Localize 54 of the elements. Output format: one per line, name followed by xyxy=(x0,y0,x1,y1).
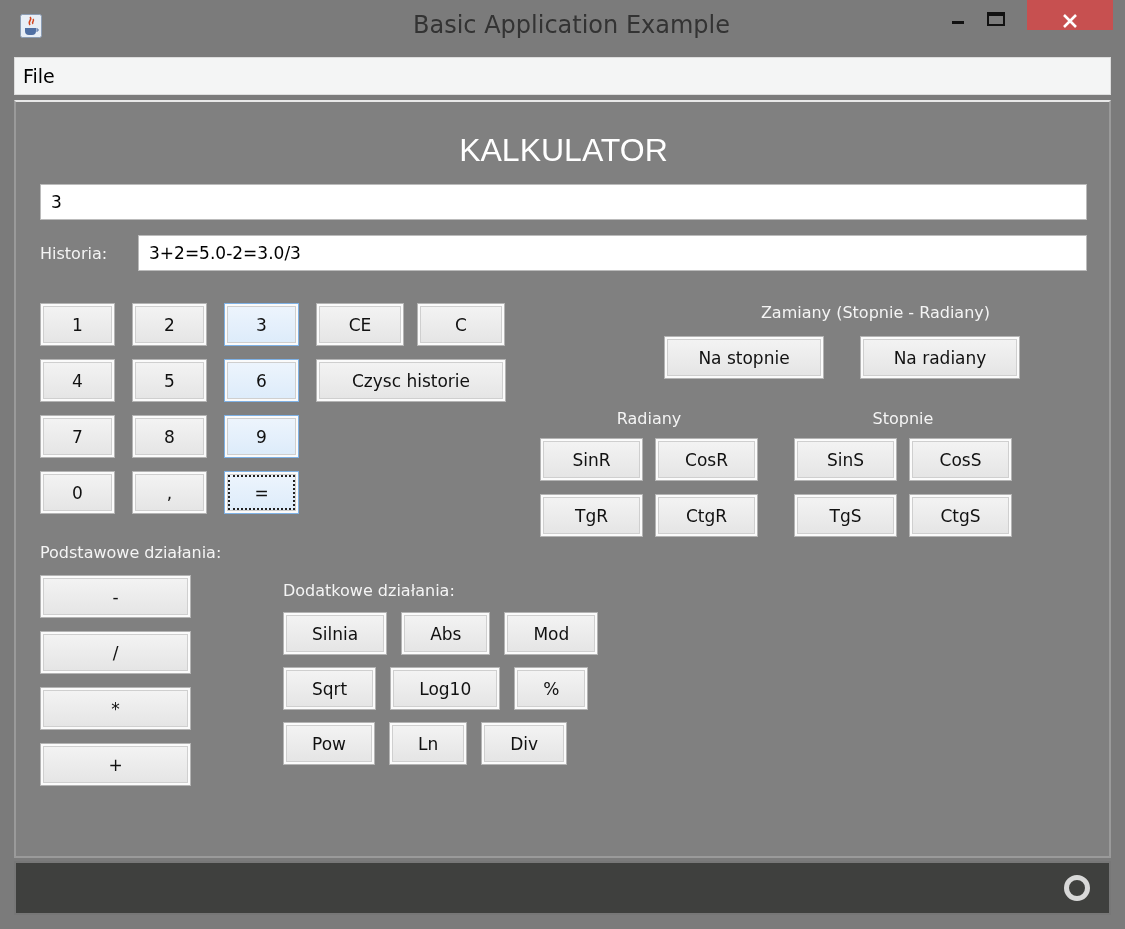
maximize-icon[interactable] xyxy=(987,12,1005,26)
trig-button[interactable]: TgR xyxy=(540,494,643,537)
display-field[interactable]: 3 xyxy=(40,184,1087,220)
conversion-title: Zamiany (Stopnie - Radiany) xyxy=(760,303,990,322)
operation-button[interactable]: % xyxy=(514,667,589,710)
conversion-button[interactable]: Na radiany xyxy=(860,336,1020,379)
operator-button[interactable]: * xyxy=(40,687,191,730)
keypad-button[interactable]: C xyxy=(417,303,505,346)
keypad-button[interactable]: 5 xyxy=(132,359,207,402)
trig-button[interactable]: CosR xyxy=(655,438,758,481)
history-field[interactable]: 3+2=5.0-2=3.0/3 xyxy=(138,235,1087,271)
coffee-cup-icon xyxy=(20,13,42,38)
operator-button[interactable]: - xyxy=(40,575,191,618)
trig-button[interactable]: SinR xyxy=(540,438,643,481)
close-icon xyxy=(1062,13,1078,29)
keypad-button[interactable]: 1 xyxy=(40,303,115,346)
trig-group-title: Radiany xyxy=(616,409,682,428)
keypad-button[interactable]: 2 xyxy=(132,303,207,346)
keypad-button[interactable]: 3 xyxy=(224,303,299,346)
ring-icon xyxy=(1063,874,1091,902)
window-title: Basic Application Example xyxy=(412,10,731,39)
operation-button[interactable]: Abs xyxy=(401,612,491,655)
trig-button[interactable]: TgS xyxy=(794,494,897,537)
keypad-button[interactable]: 7 xyxy=(40,415,115,458)
keypad-button[interactable]: = xyxy=(224,471,299,514)
basic-operations-label: Podstawowe działania: xyxy=(40,543,223,562)
history-label: Historia: xyxy=(40,243,109,263)
operation-button[interactable]: Silnia xyxy=(283,612,388,655)
operation-button[interactable]: Pow xyxy=(283,722,375,765)
operator-button[interactable]: + xyxy=(40,743,191,786)
trig-button[interactable]: CtgR xyxy=(655,494,758,537)
extra-operations-label: Dodatkowe działania: xyxy=(283,581,456,600)
keypad-button[interactable]: 6 xyxy=(224,359,299,402)
menu-item[interactable]: File xyxy=(23,65,55,87)
operation-button[interactable]: Ln xyxy=(388,722,468,765)
trig-button[interactable]: SinS xyxy=(794,438,897,481)
operation-button[interactable]: Mod xyxy=(504,612,599,655)
operator-button[interactable]: / xyxy=(40,631,191,674)
keypad-button[interactable]: 4 xyxy=(40,359,115,402)
keypad-button[interactable]: Czysc historie xyxy=(316,359,506,402)
close-button[interactable] xyxy=(1027,0,1113,30)
calculator-heading: KALKULATOR xyxy=(458,132,669,170)
operation-button[interactable]: Sqrt xyxy=(283,667,377,710)
keypad-button[interactable]: CE xyxy=(316,303,404,346)
keypad-button[interactable]: 0 xyxy=(40,471,115,514)
trig-group-title: Stopnie xyxy=(872,409,934,428)
operation-button[interactable]: Div xyxy=(481,722,568,765)
trig-button[interactable]: CosS xyxy=(909,438,1012,481)
conversion-button[interactable]: Na stopnie xyxy=(664,336,824,379)
trig-button[interactable]: CtgS xyxy=(909,494,1012,537)
operation-button[interactable]: Log10 xyxy=(390,667,501,710)
keypad-button[interactable]: , xyxy=(132,471,207,514)
keypad-button[interactable]: 9 xyxy=(224,415,299,458)
keypad-button[interactable]: 8 xyxy=(132,415,207,458)
